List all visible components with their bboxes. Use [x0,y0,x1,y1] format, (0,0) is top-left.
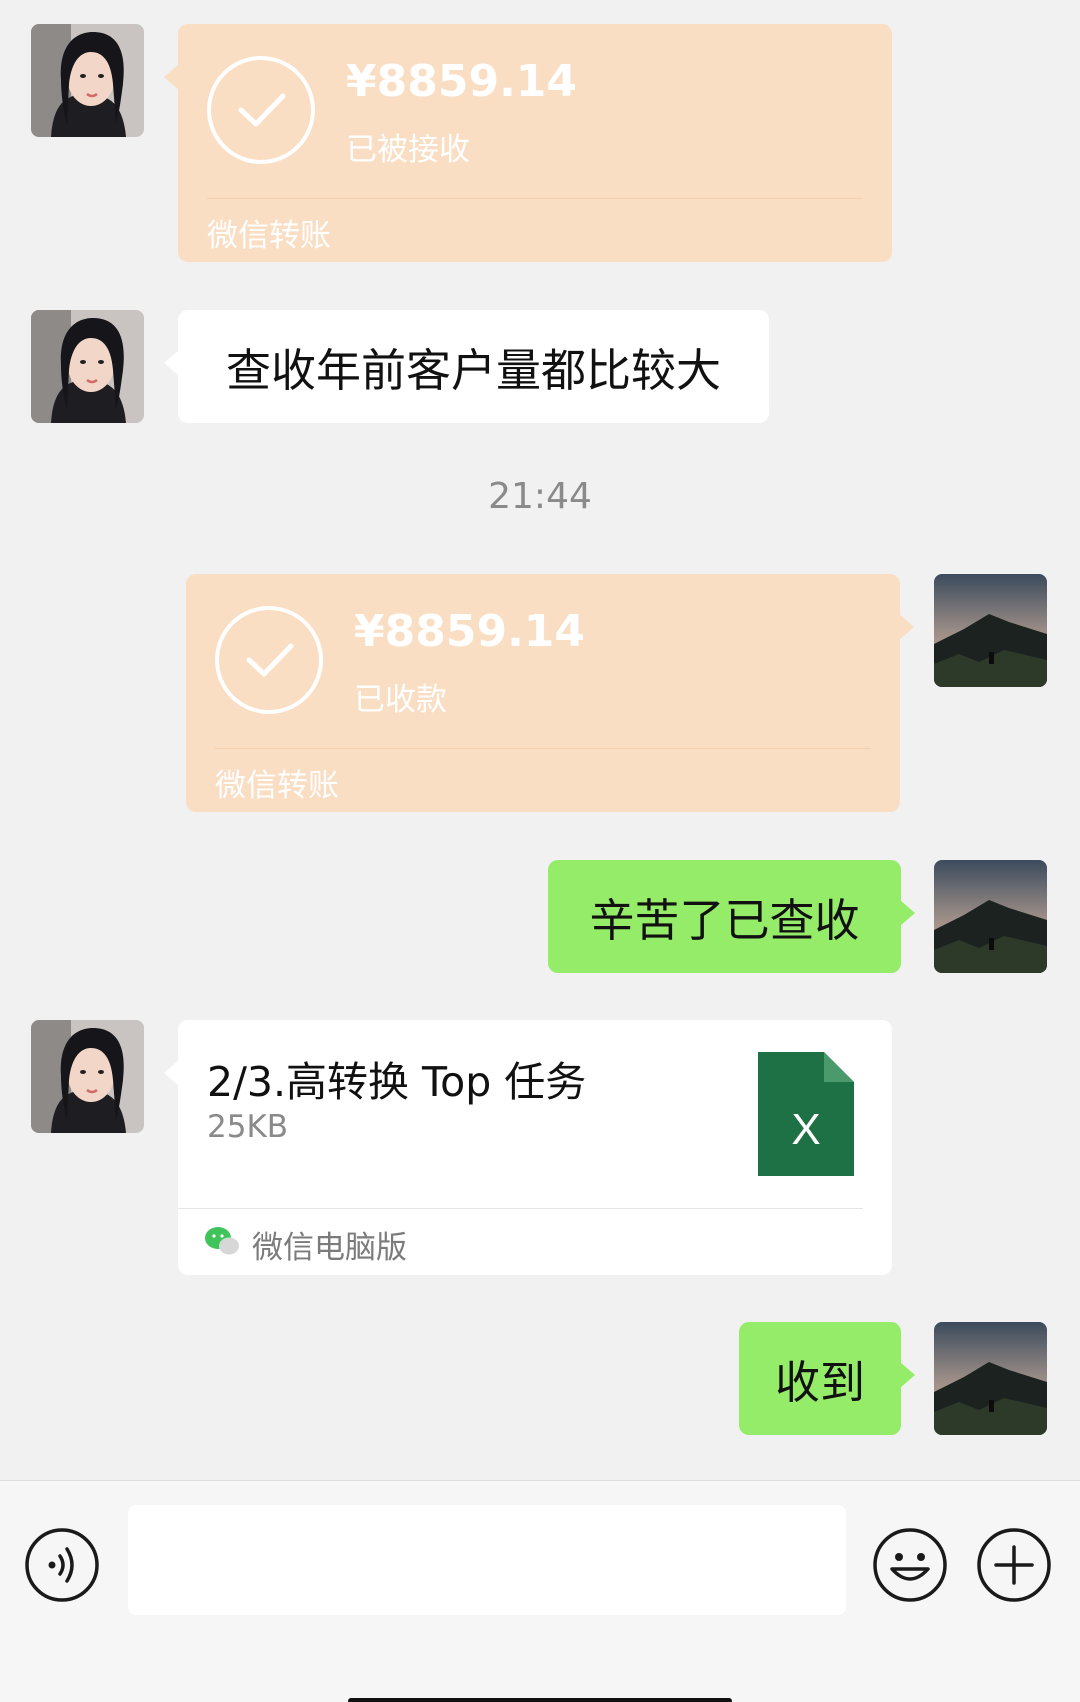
transfer-bubble-received[interactable]: ¥8859.14 已被接收 微信转账 [164,24,892,262]
my-avatar[interactable] [934,574,1047,687]
file-size: 25KB [207,1109,289,1145]
timestamp: 21:44 [488,476,592,517]
voice-icon[interactable] [24,1527,100,1603]
transfer-status: 已收款 [354,682,447,718]
file-source: 微信电脑版 [252,1230,407,1266]
contact-avatar[interactable] [31,1020,144,1133]
transfer-status: 已被接收 [346,132,470,168]
contact-avatar[interactable] [31,310,144,423]
transfer-footer: 微信转账 [207,218,331,254]
svg-text:X: X [791,1105,820,1154]
contact-avatar-image [31,24,144,137]
contact-avatar-image [31,310,144,423]
file-bubble-received[interactable]: 2/3.高转换 Top 任务 25KB X 微信电脑版 [164,1020,892,1275]
contact-avatar[interactable] [31,24,144,137]
message-text: 收到 [774,1356,865,1409]
my-avatar-image [934,574,1047,687]
transfer-footer: 微信转账 [215,768,339,804]
emoji-icon[interactable] [872,1527,948,1603]
excel-file-icon: X [758,1052,854,1176]
input-bar [0,1480,1080,1702]
message-input[interactable] [128,1505,846,1615]
transfer-amount: ¥8859.14 [354,606,586,657]
my-avatar[interactable] [934,860,1047,973]
text-bubble-received[interactable]: 查收年前客户量都比较大 [164,310,769,423]
my-avatar[interactable] [934,1322,1047,1435]
transfer-bubble-sent[interactable]: ¥8859.14 已收款 微信转账 [186,574,914,812]
chat-area: ¥8859.14 已被接收 微信转账 查收年前客户量都比较大 21:44 ¥88… [0,0,1080,1480]
text-bubble-sent[interactable]: 辛苦了已查收 [548,860,915,973]
wechat-icon [205,1227,239,1255]
check-circle-icon [215,606,323,714]
transfer-divider [215,748,871,749]
transfer-divider [207,198,863,199]
home-indicator[interactable] [348,1698,732,1702]
file-name: 2/3.高转换 Top 任务 [207,1058,587,1106]
message-text: 查收年前客户量都比较大 [225,344,721,397]
plus-icon[interactable] [976,1527,1052,1603]
my-avatar-image [934,860,1047,973]
message-text: 辛苦了已查收 [589,894,860,947]
file-divider [178,1208,863,1209]
contact-avatar-image [31,1020,144,1133]
text-bubble-sent[interactable]: 收到 [739,1322,915,1435]
check-circle-icon [207,56,315,164]
my-avatar-image [934,1322,1047,1435]
transfer-amount: ¥8859.14 [346,56,578,107]
